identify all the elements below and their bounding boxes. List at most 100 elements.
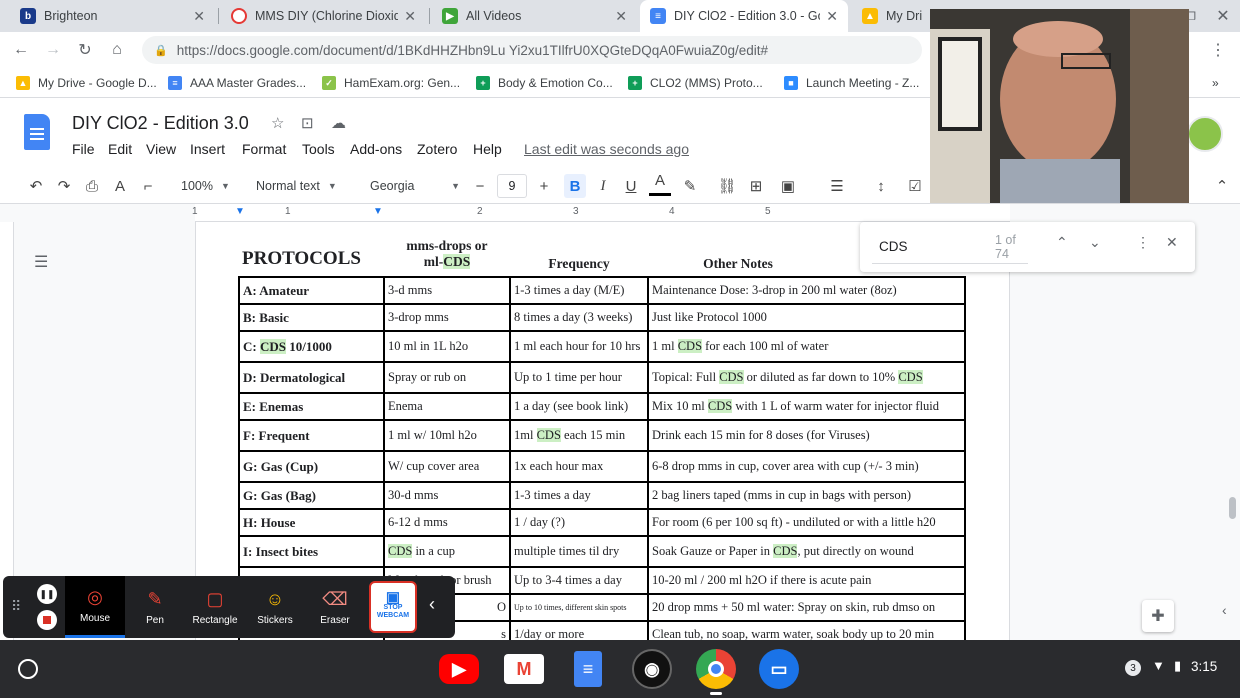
frequency-cell[interactable]: 1ml CDS each 15 min	[509, 419, 649, 452]
recorder-tool-pen[interactable]: ✎ Pen	[125, 576, 185, 638]
files-app-icon[interactable]: ▭	[759, 649, 799, 689]
collapse-toolbar-chevron-icon[interactable]: ⌃	[1210, 168, 1234, 204]
dose-cell[interactable]: 1 ml w/ 10ml h2o	[383, 419, 511, 452]
frequency-cell[interactable]: 8 times a day (3 weeks)	[509, 303, 649, 332]
star-icon[interactable]: ☆	[271, 114, 284, 132]
chrome-app-icon[interactable]	[696, 649, 736, 689]
more-bookmarks-chevron-icon[interactable]: »	[1212, 68, 1219, 98]
docs-app-icon[interactable]: ≡	[574, 651, 602, 687]
font-size-input[interactable]: 9	[497, 174, 527, 198]
italic-button[interactable]: I	[592, 168, 614, 204]
close-tab-icon[interactable]: ✕	[404, 8, 416, 25]
underline-button[interactable]: U	[620, 168, 642, 204]
docs-logo-icon[interactable]	[24, 114, 50, 150]
menu-file[interactable]: File	[72, 141, 95, 157]
spellcheck-icon[interactable]: A	[108, 168, 132, 204]
protocol-name[interactable]: C: CDS 10/1000	[238, 330, 385, 363]
frequency-cell[interactable]: Up to 1 time per hour	[509, 361, 649, 394]
zoom-select[interactable]: 100% ▼	[181, 174, 230, 198]
recorder-tool-stickers[interactable]: ☺ Stickers	[245, 576, 305, 638]
frequency-cell[interactable]: 1-3 times a day	[509, 481, 649, 510]
dose-cell[interactable]: Enema	[383, 392, 511, 421]
notes-cell[interactable]: Maintenance Dose: 3-drop in 200 ml water…	[647, 276, 966, 305]
recorder-tool-rectangle[interactable]: ▢ Rectangle	[185, 576, 245, 638]
recorder-tool-eraser[interactable]: ⌫ Eraser	[305, 576, 365, 638]
protocol-name[interactable]: B: Basic	[238, 303, 385, 332]
next-match-chevron-icon[interactable]: ⌄	[1089, 234, 1101, 251]
tab-diy-clo2[interactable]: ≡ DIY ClO2 - Edition 3.0 - Goo ✕	[640, 0, 848, 32]
comment-icon[interactable]: ⊞	[745, 168, 767, 204]
close-window-icon[interactable]: ✕	[1208, 0, 1238, 32]
link-icon[interactable]: ⛓	[716, 168, 738, 204]
bookmark-hamexam[interactable]: ✓ HamExam.org: Gen...	[322, 68, 460, 98]
menu-add-ons[interactable]: Add-ons	[350, 141, 402, 157]
left-indent-marker-icon[interactable]: ▼	[235, 206, 245, 217]
protocol-name[interactable]: D: Dermatological	[238, 361, 385, 394]
notes-cell[interactable]: Soak Gauze or Paper in CDS, put directly…	[647, 535, 966, 568]
undo-icon[interactable]: ↶	[24, 168, 48, 204]
bold-button[interactable]: B	[564, 174, 586, 198]
frequency-cell[interactable]: multiple times til dry	[509, 535, 649, 568]
notes-cell[interactable]: Just like Protocol 1000	[647, 303, 966, 332]
find-options-icon[interactable]: ⋮	[1136, 234, 1150, 251]
bookmark-master-grades[interactable]: ≡ AAA Master Grades...	[168, 68, 306, 98]
protocol-name[interactable]: H: House	[238, 508, 385, 537]
highlight-pen-icon[interactable]: ✎	[679, 168, 701, 204]
launcher-icon[interactable]	[18, 659, 38, 679]
notes-cell[interactable]: Drink each 15 min for 8 doses (for Virus…	[647, 419, 966, 452]
bookmark-my-drive[interactable]: ▲ My Drive - Google D...	[16, 68, 157, 98]
browser-menu-icon[interactable]: ⋮	[1203, 32, 1233, 68]
dose-cell[interactable]: 3-drop mms	[383, 303, 511, 332]
notification-count-badge[interactable]: 3	[1125, 660, 1141, 676]
dose-cell[interactable]: 6-12 d mms	[383, 508, 511, 537]
checklist-icon[interactable]: ☑	[904, 168, 926, 204]
document-title[interactable]: DIY ClO2 - Edition 3.0	[72, 113, 249, 134]
frequency-cell[interactable]: 1x each hour max	[509, 450, 649, 483]
notes-cell[interactable]: 10-20 ml / 200 ml h2O if there is acute …	[647, 566, 966, 595]
explore-plus-icon[interactable]: ✚	[1142, 600, 1174, 632]
close-tab-icon[interactable]: ✕	[193, 8, 205, 25]
last-edit-link[interactable]: Last edit was seconds ago	[524, 141, 689, 157]
print-icon[interactable]: ⎙	[80, 168, 104, 204]
home-icon[interactable]: ⌂	[102, 32, 132, 68]
tab-mms-diy[interactable]: MMS DIY (Chlorine Dioxide ✕	[221, 0, 426, 32]
pause-icon[interactable]: ❚❚	[37, 584, 57, 604]
close-tab-icon[interactable]: ✕	[826, 8, 838, 25]
decrease-font-size-button[interactable]: −	[470, 168, 490, 204]
protocol-name[interactable]: G: Gas (Bag)	[238, 481, 385, 510]
frequency-cell[interactable]: 1-3 times a day (M/E)	[509, 276, 649, 305]
style-select[interactable]: Normal text ▼	[256, 174, 337, 198]
previous-match-chevron-icon[interactable]: ⌃	[1056, 234, 1068, 251]
dose-cell[interactable]: 10 ml in 1L h2o	[383, 330, 511, 363]
frequency-cell[interactable]: Up to 10 times, different skin spots	[509, 593, 649, 622]
document-scrollbar-thumb[interactable]	[1229, 497, 1236, 519]
frequency-cell[interactable]: 1 a day (see book link)	[509, 392, 649, 421]
menu-tools[interactable]: Tools	[302, 141, 335, 157]
protocol-name[interactable]: E: Enemas	[238, 392, 385, 421]
frequency-cell[interactable]: 1 ml each hour for 10 hrs	[509, 330, 649, 363]
notes-cell[interactable]: 2 bag liners taped (mms in cup in bags w…	[647, 481, 966, 510]
protocol-name[interactable]: F: Frequent	[238, 419, 385, 452]
notes-cell[interactable]: 1 ml CDS for each 100 ml of water	[647, 330, 966, 363]
collapse-toolbar-chevron-icon[interactable]: ‹	[429, 594, 435, 615]
close-tab-icon[interactable]: ✕	[615, 8, 627, 25]
menu-insert[interactable]: Insert	[190, 141, 225, 157]
cloud-saved-icon[interactable]: ☁	[331, 114, 346, 132]
stop-recording-icon[interactable]	[37, 610, 57, 630]
system-clock[interactable]: 3:15	[1191, 659, 1217, 674]
dose-cell[interactable]: CDS in a cup	[383, 535, 511, 568]
url-omnibox[interactable]: 🔒 https://docs.google.com/document/d/1BK…	[142, 36, 922, 64]
menu-format[interactable]: Format	[242, 141, 286, 157]
dose-cell[interactable]: Spray or rub on	[383, 361, 511, 394]
battery-icon[interactable]: ▮	[1174, 658, 1181, 674]
dose-cell[interactable]: W/ cup cover area	[383, 450, 511, 483]
insert-image-icon[interactable]: ▣	[773, 168, 803, 204]
drag-handle-icon[interactable]: ⠿	[11, 598, 21, 615]
text-color-button[interactable]: A	[649, 168, 671, 196]
font-select[interactable]: Georgia ▼	[370, 174, 460, 198]
bookmark-launch-meeting[interactable]: ■ Launch Meeting - Z...	[784, 68, 919, 98]
dose-cell[interactable]: 3-d mms	[383, 276, 511, 305]
menu-help[interactable]: Help	[473, 141, 502, 157]
wifi-icon[interactable]: ▼	[1152, 658, 1165, 673]
protocol-name[interactable]: I: Insect bites	[238, 535, 385, 568]
